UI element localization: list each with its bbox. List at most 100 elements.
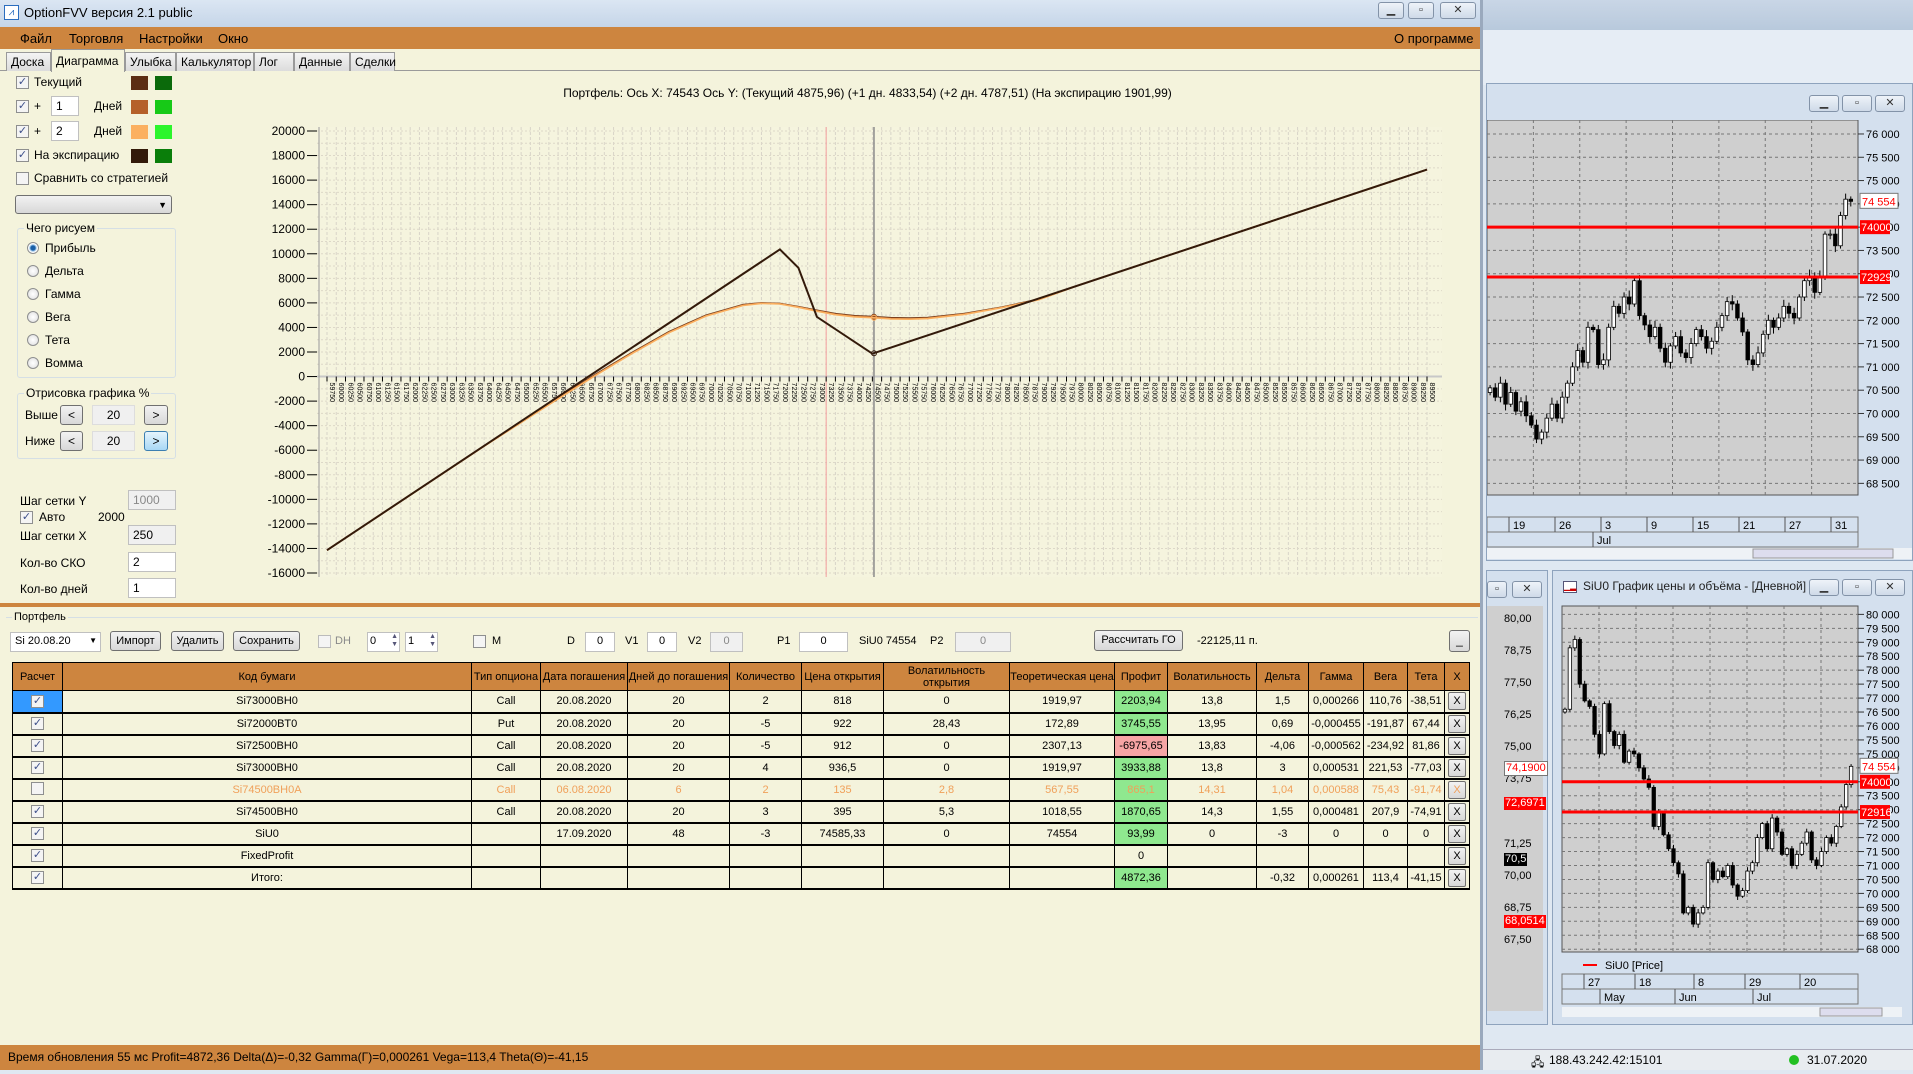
table-row[interactable]: ✓ FixedProfit 0 X [12, 844, 1470, 868]
tab-diagram[interactable]: Диаграмма [51, 49, 125, 72]
current-curve-checkbox[interactable]: ✓ [16, 76, 29, 89]
spinner-arrows-icon[interactable]: ▲ ▼ [391, 633, 398, 649]
minimize-button[interactable]: ▁ [1809, 95, 1839, 112]
column-header[interactable]: Волатильность [1167, 662, 1257, 691]
current-curve-color[interactable] [131, 76, 148, 90]
profit-chart[interactable]: -16000 -14000 -12000 -10000 -8000 -6000 -4000 -… [255, 118, 1480, 598]
remove-row-button[interactable]: X [1448, 736, 1466, 755]
remove-row-button[interactable]: X [1448, 802, 1466, 821]
menu-about[interactable]: О программе [1394, 31, 1474, 46]
above-decrease-button[interactable]: < [60, 405, 83, 425]
draw-option-radio[interactable] [27, 288, 39, 300]
column-header[interactable]: Волатильность открытия [883, 662, 1010, 691]
table-row[interactable]: ✓ Si73000BH0 Call 20.08.2020 20 4 936,5 0 1919,9… [12, 756, 1470, 780]
table-row[interactable]: ✓ Si74500BH0 Call 20.08.2020 20 3 395 5,3 1018,5… [12, 800, 1470, 824]
draw-option-radio[interactable] [27, 334, 39, 346]
plus2-curve-greek-color[interactable] [155, 125, 172, 139]
compare-strategy-checkbox[interactable] [16, 172, 29, 185]
calc-checkbox[interactable]: ✓ [31, 827, 44, 840]
minimize-button[interactable]: ▁ [1809, 579, 1839, 596]
minimize-button[interactable]: ▁ [1378, 2, 1404, 19]
tab-data[interactable]: Данные [294, 52, 350, 71]
menu-file[interactable]: Файл [20, 31, 52, 46]
import-button[interactable]: Импорт [110, 631, 161, 651]
grid-y-input[interactable]: 1000 [128, 490, 176, 510]
plus1-curve-color[interactable] [131, 100, 148, 114]
column-header[interactable]: Тета [1407, 662, 1445, 691]
spinner-arrows-icon[interactable]: ▲ ▼ [429, 633, 436, 649]
close-button[interactable]: ✕ [1440, 2, 1476, 19]
series-select[interactable]: Si 20.08.20 ▼ [10, 632, 101, 652]
calc-checkbox-cell[interactable]: ✓ [12, 866, 63, 890]
calc-checkbox-cell[interactable]: ✓ [12, 690, 63, 714]
remove-row-button[interactable]: X [1448, 868, 1466, 887]
menu-trading[interactable]: Торговля [69, 31, 123, 46]
column-header[interactable]: Теоретическая цена [1009, 662, 1115, 691]
p1-input[interactable]: 0 [799, 632, 848, 652]
below-value[interactable]: 20 [92, 431, 135, 451]
tab-board[interactable]: Доска [6, 52, 51, 71]
remove-row-button[interactable]: X [1448, 714, 1466, 733]
calc-checkbox[interactable] [31, 781, 44, 795]
column-header[interactable]: Цена открытия [801, 662, 884, 691]
splitter[interactable] [0, 603, 1480, 607]
column-header[interactable]: Дней до погашения [627, 662, 730, 691]
tab-calculator[interactable]: Калькулятор [176, 52, 254, 71]
column-header[interactable]: Код бумаги [62, 662, 472, 691]
delete-button[interactable]: Удалить [171, 631, 224, 651]
column-header[interactable]: Дата погашения [540, 662, 628, 691]
expiration-curve-greek-color[interactable] [155, 149, 172, 163]
below-increase-button[interactable]: > [144, 431, 168, 451]
draw-option-radio[interactable] [27, 242, 39, 254]
m-checkbox[interactable] [473, 635, 486, 648]
calc-checkbox[interactable]: ✓ [31, 761, 44, 774]
plus2-days-input[interactable]: 2 [51, 121, 79, 141]
grid-x-input[interactable]: 250 [128, 525, 176, 545]
calc-checkbox-cell[interactable] [12, 778, 63, 802]
draw-option-radio[interactable] [27, 311, 39, 323]
draw-option-radio[interactable] [27, 265, 39, 277]
table-row[interactable]: ✓ Итого: 4872,36 -0,32 0,000261 113,4 -41,15 X [12, 866, 1470, 890]
p2-input[interactable]: 0 [955, 632, 1011, 652]
remove-row-button[interactable]: X [1448, 692, 1466, 711]
maximize-button[interactable]: ▫ [1408, 2, 1434, 19]
calc-checkbox[interactable]: ✓ [31, 717, 44, 730]
close-button[interactable]: ✕ [1875, 579, 1905, 596]
calculate-go-button[interactable]: Рассчитать ГО [1094, 630, 1183, 651]
calc-checkbox[interactable]: ✓ [31, 739, 44, 752]
above-value[interactable]: 20 [92, 405, 135, 425]
remove-row-button[interactable]: X [1448, 824, 1466, 843]
plus2-curve-checkbox[interactable]: ✓ [16, 125, 29, 138]
expiration-curve-checkbox[interactable]: ✓ [16, 149, 29, 162]
column-header[interactable]: Дельта [1256, 662, 1309, 691]
dh-checkbox[interactable] [318, 635, 331, 648]
collapse-button[interactable]: _ [1449, 630, 1470, 652]
column-header[interactable]: Расчет [12, 662, 63, 691]
column-header[interactable]: X [1444, 662, 1470, 691]
strategy-select[interactable]: ▼ [15, 195, 172, 214]
above-increase-button[interactable]: > [144, 405, 168, 425]
table-row[interactable]: ✓ SiU0 17.09.2020 48 -3 74585,33 0 74554 93,99 0-… [12, 822, 1470, 846]
tab-smile[interactable]: Улыбка [125, 52, 176, 71]
calc-checkbox-cell[interactable]: ✓ [12, 800, 63, 824]
save-button[interactable]: Сохранить [233, 631, 300, 651]
column-header[interactable]: Количество [729, 662, 802, 691]
remove-row-button[interactable]: X [1448, 780, 1466, 799]
column-header[interactable]: Профит [1114, 662, 1168, 691]
tab-log[interactable]: Лог [254, 52, 294, 71]
auto-checkbox[interactable]: ✓ [20, 511, 33, 524]
price-chart-2[interactable]: 80 000 79 500 79 000 78 500 78 000 77 500 77 0… [1553, 604, 1912, 1024]
v1-input[interactable]: 0 [647, 632, 677, 652]
calc-checkbox-cell[interactable]: ✓ [12, 712, 63, 736]
days-count-input[interactable]: 1 [128, 578, 176, 598]
table-row[interactable]: Si74500BH0A Call 06.08.2020 6 2 135 2,8 567,55 8… [12, 778, 1470, 802]
plus1-curve-greek-color[interactable] [155, 100, 172, 114]
price-chart-1[interactable]: 76 00075 50075 00074 50074 00073 50073 0… [1487, 120, 1912, 560]
maximize-button[interactable]: ▫ [1842, 579, 1872, 596]
expiration-curve-color[interactable] [131, 149, 148, 163]
dh-spinner-2[interactable]: 1 ▲ ▼ [405, 632, 438, 652]
table-row[interactable]: ✓ Si72000BT0 Put 20.08.2020 20 -5 922 28,43 172,… [12, 712, 1470, 736]
calc-checkbox[interactable]: ✓ [31, 849, 44, 862]
v2-input[interactable]: 0 [710, 632, 743, 652]
menu-settings[interactable]: Настройки [139, 31, 203, 46]
